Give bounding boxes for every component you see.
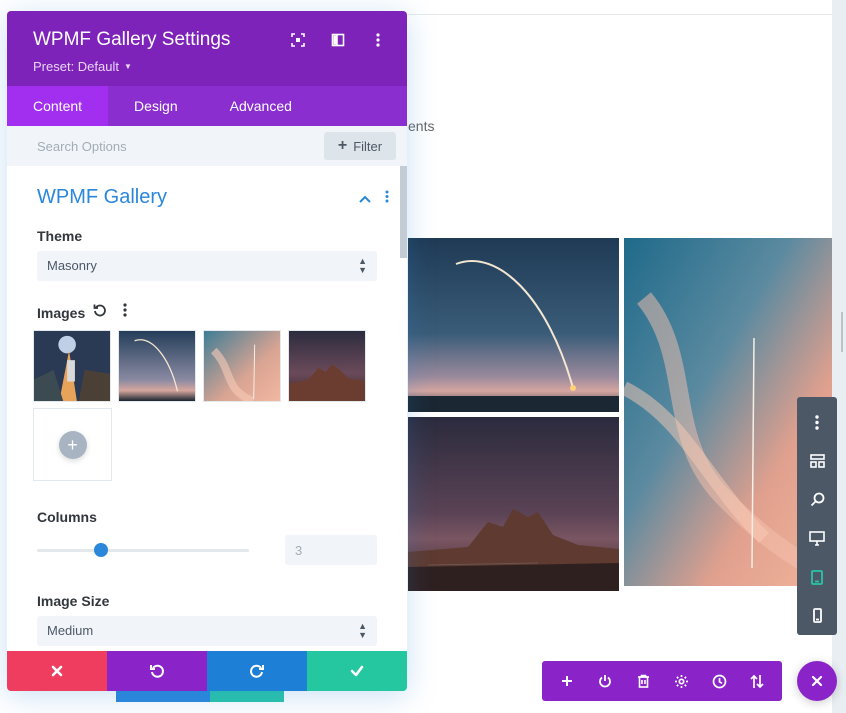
image-thumbnail[interactable]: [118, 330, 196, 402]
image-thumbnails: [33, 330, 377, 402]
discard-button[interactable]: [7, 651, 107, 691]
gallery-photo-desert-night[interactable]: [408, 417, 619, 591]
modal-footer: [7, 651, 407, 691]
settings-content: WPMF Gallery Theme Masonry ▲ ▼ Images + …: [7, 166, 407, 651]
tab-design[interactable]: Design: [108, 86, 204, 126]
section-more-icon[interactable]: [385, 190, 389, 208]
more-vertical-icon[interactable]: [369, 31, 387, 49]
desktop-view-icon[interactable]: [797, 519, 837, 558]
preset-label: Preset: Default: [33, 59, 119, 74]
phone-view-icon[interactable]: [797, 596, 837, 635]
theme-field: Theme Masonry ▲ ▼: [7, 228, 407, 281]
images-field: Images +: [7, 303, 407, 481]
plus-icon: +: [58, 430, 87, 459]
columns-slider-handle[interactable]: [93, 543, 108, 557]
image-thumbnail[interactable]: [33, 330, 111, 402]
settings-modal: WPMF Gallery Settings Preset: Default ▼ …: [7, 11, 407, 691]
image-size-field: Image Size Medium ▲ ▼: [7, 593, 407, 646]
tab-advanced[interactable]: Advanced: [204, 86, 318, 126]
panel-scrollbar[interactable]: [400, 166, 407, 651]
image-size-label: Image Size: [37, 593, 110, 609]
columns-field: Columns: [7, 509, 407, 567]
tablet-view-icon[interactable]: [797, 558, 837, 597]
close-builder-button[interactable]: [797, 661, 837, 701]
plus-icon: +: [337, 137, 348, 154]
theme-label: Theme: [37, 228, 83, 244]
columns-label: Columns: [37, 509, 97, 525]
section-title: WPMF Gallery: [37, 186, 167, 208]
filter-label: Filter: [353, 138, 383, 154]
undo-button[interactable]: [107, 651, 207, 691]
search-bar: + Filter: [7, 126, 407, 166]
more-vertical-icon[interactable]: [797, 403, 837, 442]
image-size-select[interactable]: Medium ▲ ▼: [37, 616, 377, 646]
portability-icon[interactable]: [739, 663, 775, 699]
images-label: Images: [37, 304, 86, 321]
add-image-button[interactable]: +: [33, 408, 112, 481]
images-more-icon[interactable]: [123, 303, 127, 322]
theme-select[interactable]: Masonry ▲ ▼: [37, 251, 377, 281]
filter-button[interactable]: + Filter: [324, 132, 396, 160]
tab-content[interactable]: Content: [7, 86, 109, 126]
fullscreen-icon[interactable]: [289, 31, 307, 49]
history-icon[interactable]: [701, 663, 737, 699]
section-header[interactable]: WPMF Gallery: [7, 166, 407, 228]
background-button-green: [210, 690, 284, 702]
reset-icon[interactable]: [93, 303, 107, 322]
layout-icon[interactable]: [797, 442, 837, 481]
columns-input[interactable]: [285, 535, 377, 565]
page-toolbar: [542, 661, 782, 701]
redo-button[interactable]: [207, 651, 307, 691]
gear-icon[interactable]: [663, 663, 699, 699]
chevron-up-icon[interactable]: [359, 190, 371, 208]
trash-icon[interactable]: [625, 663, 661, 699]
settings-tabs: Content Design Advanced: [7, 86, 407, 126]
divider: [408, 14, 832, 15]
select-arrows-icon: ▲ ▼: [358, 621, 367, 640]
columns-slider-track[interactable]: [37, 549, 249, 552]
search-options-input[interactable]: [27, 132, 317, 160]
modal-header: WPMF Gallery Settings Preset: Default ▼: [7, 11, 407, 86]
power-icon[interactable]: [587, 663, 623, 699]
split-view-icon[interactable]: [329, 31, 347, 49]
page-scrollbar-thumb[interactable]: [841, 312, 843, 352]
responsive-toolbar: [797, 397, 837, 635]
image-thumbnail[interactable]: [203, 330, 281, 402]
zoom-icon[interactable]: [797, 480, 837, 519]
preset-dropdown[interactable]: Preset: Default ▼: [33, 59, 132, 74]
save-button[interactable]: [307, 651, 407, 691]
image-size-value: Medium: [47, 623, 94, 638]
theme-value: Masonry: [47, 258, 97, 273]
gallery-photo-rocket-launch[interactable]: [408, 238, 619, 412]
add-icon[interactable]: [549, 663, 585, 699]
background-text: ents: [408, 118, 435, 134]
image-thumbnail[interactable]: [288, 330, 366, 402]
background-button-blue: [116, 690, 210, 702]
select-arrows-icon: ▲ ▼: [358, 256, 367, 275]
caret-down-icon: ▼: [124, 62, 132, 71]
